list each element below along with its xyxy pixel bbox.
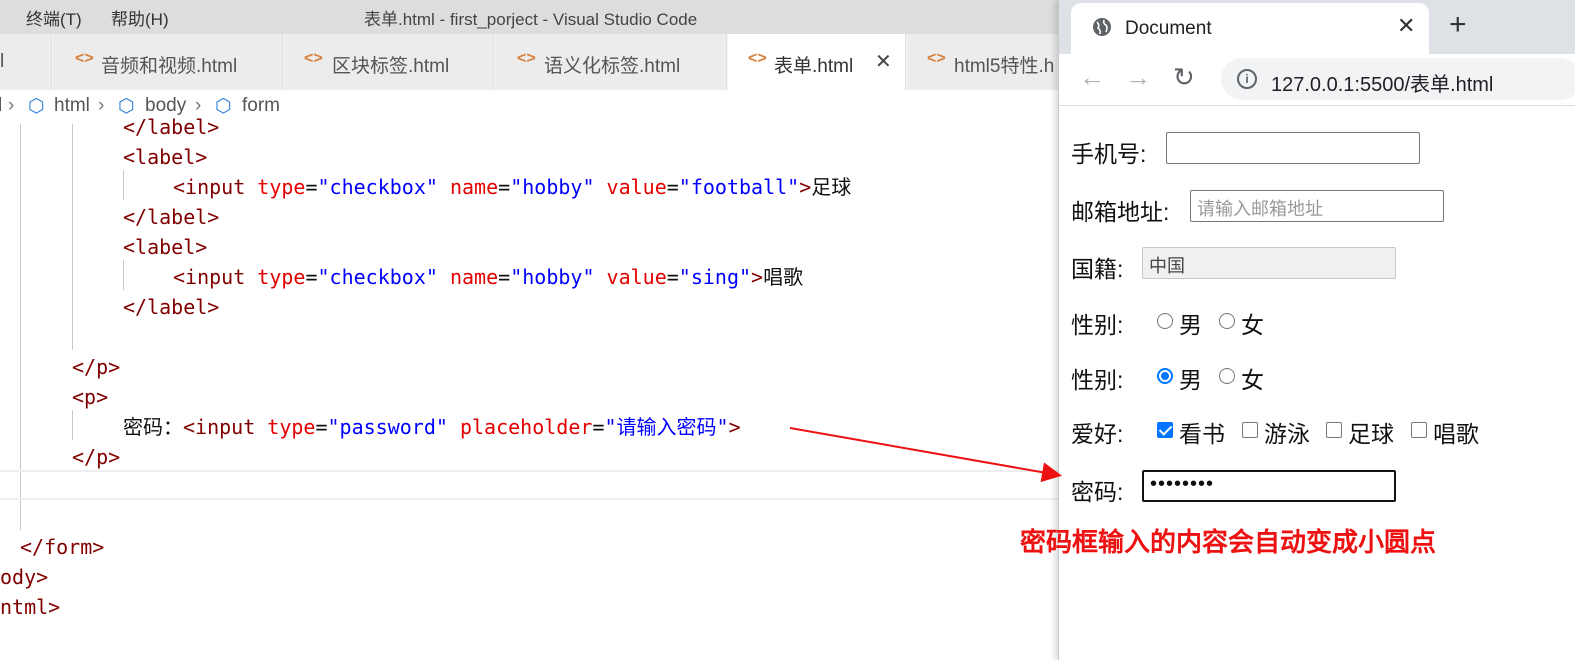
breadcrumb-item-html[interactable]: html	[54, 95, 90, 117]
hobby-option-label: 唱歌	[1433, 421, 1479, 447]
male-radio[interactable]	[1157, 313, 1173, 329]
close-tab-icon[interactable]: ✕	[1397, 13, 1415, 39]
phone-label: 手机号:	[1071, 141, 1147, 167]
address-bar[interactable]: i 127.0.0.1:5500/表单.html	[1221, 58, 1575, 100]
email-label: 邮箱地址:	[1071, 199, 1170, 225]
code-line: <input type="checkbox" name="hobby" valu…	[173, 175, 852, 199]
reading-checkbox-checked[interactable]	[1157, 422, 1173, 438]
male-option-label: 男	[1179, 367, 1202, 393]
code-line: </label>	[123, 205, 220, 229]
window-title: 表单.html - first_porject - Visual Studio …	[364, 10, 698, 29]
male-radio-checked[interactable]	[1157, 368, 1173, 384]
tab-form-active[interactable]: <> 表单.html ✕	[728, 34, 906, 90]
tab-label: 表单.html	[774, 56, 854, 77]
male-option-label: 男	[1179, 312, 1202, 338]
code-line: ntml>	[0, 595, 61, 619]
female-radio[interactable]	[1219, 313, 1235, 329]
hobby-option-label: 看书	[1179, 421, 1225, 447]
indent-guide	[72, 124, 73, 350]
tab-label: l	[0, 51, 5, 72]
indent-guide	[72, 410, 73, 440]
singing-checkbox[interactable]	[1411, 422, 1427, 438]
indent-guide	[123, 260, 124, 290]
indent-guide	[123, 170, 124, 200]
browser-tab-strip: Document ✕ +	[1059, 0, 1575, 54]
tab-partial[interactable]: l	[0, 34, 52, 90]
reload-icon[interactable]: ↻	[1173, 62, 1195, 93]
tab-label: 音频和视频.html	[101, 56, 238, 77]
html-file-icon: <>	[748, 50, 767, 67]
female-option-label: 女	[1241, 312, 1264, 338]
code-line: </form>	[20, 535, 105, 559]
gender-label: 性别:	[1071, 312, 1124, 338]
code-line: <label>	[123, 235, 208, 259]
browser-toolbar: ← → ↻ i 127.0.0.1:5500/表单.html	[1059, 54, 1575, 106]
tab-label: html5特性.h	[954, 56, 1055, 77]
phone-input[interactable]	[1166, 132, 1420, 164]
female-option-label: 女	[1241, 367, 1264, 393]
menu-item-help[interactable]: 帮助(H)	[111, 5, 169, 30]
nationality-row: 国籍: 中国	[1071, 247, 1571, 282]
tab-label: 语义化标签.html	[544, 56, 681, 77]
current-line-highlight	[0, 470, 1060, 500]
email-row: 邮箱地址: 请输入邮箱地址	[1071, 190, 1571, 225]
annotation-text: 密码框输入的内容会自动变成小圆点	[1020, 528, 1437, 558]
url-text: 127.0.0.1:5500/表单.html	[1271, 74, 1494, 96]
tab-label: 区块标签.html	[332, 56, 450, 77]
code-line: </label>	[123, 295, 220, 319]
html-file-icon: <>	[304, 50, 323, 67]
code-line: 密码：<input type="password" placeholder="请…	[123, 415, 741, 439]
nationality-label: 国籍:	[1071, 256, 1124, 282]
password-input[interactable]: ••••••••	[1142, 470, 1396, 502]
menu-item-terminal[interactable]: 终端(T)	[26, 5, 82, 30]
browser-tab-title: Document	[1125, 18, 1212, 39]
gender-row-1: 性别: 男 女	[1071, 303, 1571, 338]
code-line: </label>	[123, 115, 220, 139]
email-input[interactable]: 请输入邮箱地址	[1190, 190, 1444, 222]
hobby-row: 爱好: 看书 游泳 足球 唱歌	[1071, 412, 1571, 447]
phone-row: 手机号:	[1071, 132, 1571, 167]
password-row: 密码: ••••••••	[1071, 470, 1571, 505]
gender-row-2: 性别: 男 女	[1071, 358, 1571, 393]
html-file-icon: <>	[517, 50, 536, 67]
hobby-option-label: 游泳	[1264, 421, 1310, 447]
close-tab-icon[interactable]: ✕	[875, 49, 892, 74]
globe-icon	[1093, 18, 1111, 36]
gender-label: 性别:	[1071, 367, 1124, 393]
password-label: 密码:	[1071, 479, 1124, 505]
tab-audio-video[interactable]: <> 音频和视频.html	[53, 34, 283, 90]
cube-icon: ⬡	[28, 96, 45, 117]
html-file-icon: <>	[927, 50, 946, 67]
swimming-checkbox[interactable]	[1242, 422, 1258, 438]
tab-semantic-tags[interactable]: <> 语义化标签.html	[495, 34, 727, 90]
breadcrumb-item-form[interactable]: form	[242, 95, 280, 117]
web-page-content: 手机号: 邮箱地址: 请输入邮箱地址 国籍: 中国 性别: 男 女 性别: 男 …	[1059, 107, 1575, 660]
chevron-right-icon: ›	[98, 95, 105, 116]
hobby-label: 爱好:	[1071, 421, 1124, 447]
code-line: <p>	[72, 385, 109, 409]
chevron-right-icon: ›	[8, 95, 15, 116]
tab-block-tags[interactable]: <> 区块标签.html	[284, 34, 494, 90]
hobby-option-label: 足球	[1348, 421, 1394, 447]
html-file-icon: <>	[75, 50, 94, 67]
browser-window: Document ✕ + ← → ↻ i 127.0.0.1:5500/表单.h…	[1058, 0, 1575, 660]
back-arrow-icon[interactable]: ←	[1079, 62, 1105, 93]
code-line: </p>	[72, 445, 121, 469]
partial-text: l	[0, 95, 3, 116]
code-line: <label>	[123, 145, 208, 169]
forward-arrow-icon[interactable]: →	[1125, 62, 1151, 93]
code-line: </p>	[72, 355, 121, 379]
code-line: ody>	[0, 565, 49, 589]
tab-html5[interactable]: <> html5特性.h	[907, 34, 1067, 90]
nationality-readonly-input: 中国	[1142, 247, 1396, 279]
new-tab-button[interactable]: +	[1449, 8, 1467, 42]
info-icon[interactable]: i	[1237, 69, 1257, 89]
football-checkbox[interactable]	[1326, 422, 1342, 438]
female-radio[interactable]	[1219, 368, 1235, 384]
browser-tab-document[interactable]: Document ✕	[1071, 3, 1429, 54]
code-line: <input type="checkbox" name="hobby" valu…	[173, 265, 804, 289]
